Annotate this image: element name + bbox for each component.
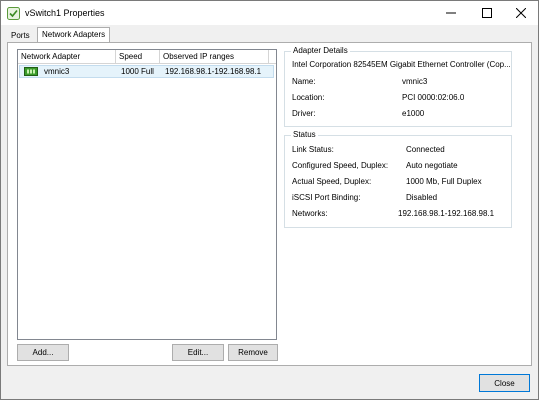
cell-ip-ranges: 192.168.98.1-192.168.98.1 bbox=[165, 67, 262, 76]
vsphere-properties-icon bbox=[7, 7, 20, 20]
remove-button[interactable]: Remove bbox=[228, 344, 278, 361]
actual-speed-label: Actual Speed, Duplex: bbox=[292, 177, 372, 186]
iscsi-port-binding-value: Disabled bbox=[406, 193, 438, 202]
adapter-description: Intel Corporation 82545EM Gigabit Ethern… bbox=[292, 60, 511, 69]
column-header-network-adapter[interactable]: Network Adapter bbox=[18, 50, 116, 63]
name-value: vmnic3 bbox=[402, 77, 428, 86]
adapter-details-group: Adapter Details Intel Corporation 82545E… bbox=[284, 46, 512, 127]
driver-value: e1000 bbox=[402, 109, 425, 118]
tab-network-adapters[interactable]: Network Adapters bbox=[37, 27, 111, 43]
location-value: PCI 0000:02:06.0 bbox=[402, 93, 465, 102]
minimize-button[interactable] bbox=[434, 1, 468, 25]
adapter-list[interactable]: Network Adapter Speed Observed IP ranges… bbox=[17, 49, 277, 340]
actual-speed-value: 1000 Mb, Full Duplex bbox=[406, 177, 482, 186]
tab-ports[interactable]: Ports bbox=[7, 29, 34, 42]
networks-label: Networks: bbox=[292, 209, 328, 218]
properties-window: vSwitch1 Properties Ports Network Adapte… bbox=[0, 0, 539, 400]
table-row[interactable]: vmnic3 1000 Full 192.168.98.1-192.168.98… bbox=[19, 65, 274, 78]
adapter-list-header: Network Adapter Speed Observed IP ranges bbox=[18, 50, 276, 64]
close-window-button[interactable] bbox=[504, 1, 538, 25]
network-adapters-page: Network Adapter Speed Observed IP ranges… bbox=[7, 42, 532, 366]
title-bar[interactable]: vSwitch1 Properties bbox=[1, 1, 538, 25]
add-button[interactable]: Add... bbox=[17, 344, 69, 361]
edit-button[interactable]: Edit... bbox=[172, 344, 224, 361]
networks-value: 192.168.98.1-192.168.98.1 bbox=[398, 209, 495, 218]
column-header-speed[interactable]: Speed bbox=[116, 50, 160, 63]
link-status-label: Link Status: bbox=[292, 145, 334, 154]
configured-speed-label: Configured Speed, Duplex: bbox=[292, 161, 389, 170]
maximize-icon bbox=[482, 8, 492, 18]
minimize-icon bbox=[446, 12, 456, 14]
close-button[interactable]: Close bbox=[479, 374, 530, 392]
cell-adapter-name: vmnic3 bbox=[44, 67, 70, 76]
close-icon bbox=[516, 8, 526, 18]
adapter-details-title: Adapter Details bbox=[291, 46, 350, 56]
status-group: Status Link Status: Connected Configured… bbox=[284, 130, 512, 228]
location-label: Location: bbox=[292, 93, 325, 102]
configured-speed-value: Auto negotiate bbox=[406, 161, 458, 170]
link-status-value: Connected bbox=[406, 145, 445, 154]
driver-label: Driver: bbox=[292, 109, 316, 118]
cell-speed: 1000 Full bbox=[121, 67, 154, 76]
column-header-observed-ip-ranges[interactable]: Observed IP ranges bbox=[160, 50, 269, 63]
name-label: Name: bbox=[292, 77, 316, 86]
maximize-button[interactable] bbox=[470, 1, 504, 25]
iscsi-port-binding-label: iSCSI Port Binding: bbox=[292, 193, 361, 202]
window-title: vSwitch1 Properties bbox=[25, 8, 105, 18]
status-title: Status bbox=[291, 130, 318, 140]
nic-icon bbox=[24, 67, 38, 76]
